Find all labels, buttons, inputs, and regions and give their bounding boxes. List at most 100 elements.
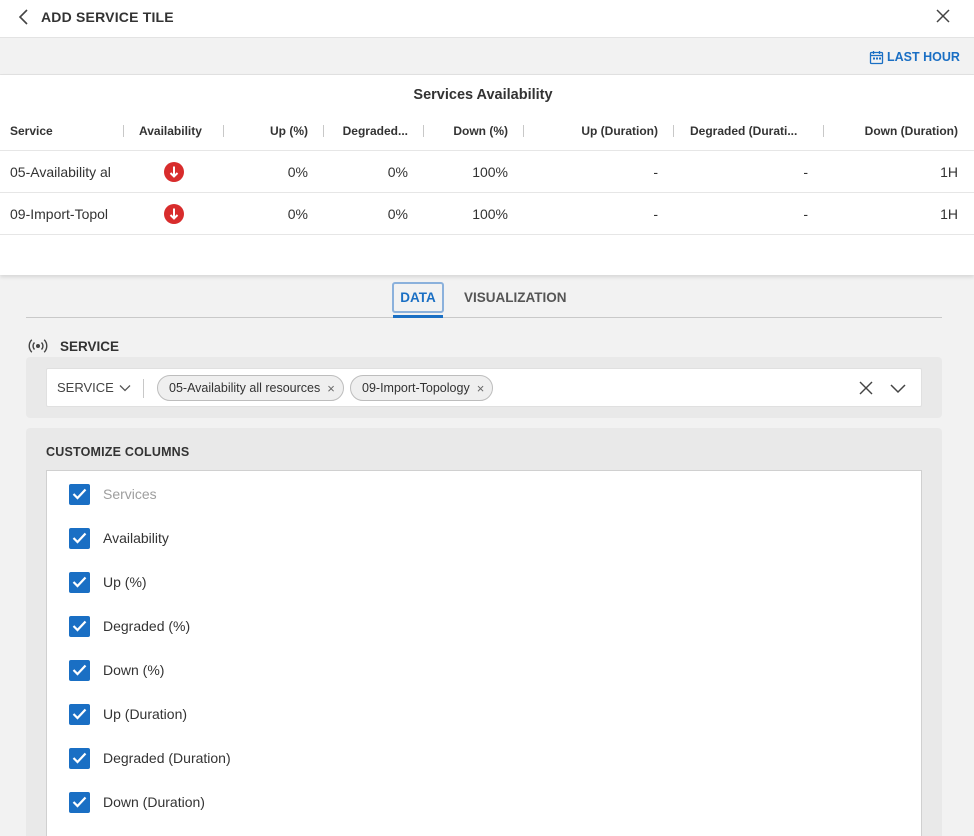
table-cell-down-duration: 1H — [940, 206, 958, 222]
column-header-up-duration[interactable]: Up (Duration) — [540, 124, 658, 138]
table-cell-up-pct: 0% — [287, 206, 308, 222]
column-option-degraded-duration[interactable]: Degraded (Duration) — [69, 747, 231, 769]
tab-data-label: DATA — [392, 282, 444, 313]
checkbox-checked[interactable] — [69, 659, 90, 681]
tab-visualization[interactable]: VISUALIZATION — [464, 290, 567, 308]
field-separator — [143, 379, 144, 398]
column-option-label: Degraded (%) — [103, 618, 191, 634]
service-section-label: SERVICE — [28, 337, 119, 355]
clear-selection-icon[interactable] — [858, 380, 874, 396]
config-tabs: DATA VISUALIZATION — [26, 282, 942, 318]
status-down-icon — [164, 162, 184, 182]
checkmark-icon — [72, 708, 87, 720]
column-separator — [523, 125, 524, 137]
column-header-service[interactable]: Service — [10, 124, 53, 138]
column-separator — [123, 125, 124, 137]
checkbox-checked[interactable] — [69, 483, 90, 505]
table-cell-service: 05-Availability al — [10, 164, 111, 180]
table-cell-degraded-duration: - — [803, 206, 808, 222]
checkmark-icon — [72, 620, 87, 632]
column-header-degraded-pct[interactable]: Degraded... — [330, 124, 408, 138]
chevron-down-icon[interactable] — [889, 381, 907, 395]
table-cell-service: 09-Import-Topol — [10, 206, 109, 222]
chip-label: 05-Availability all resources — [169, 381, 321, 395]
checkbox-checked[interactable] — [69, 571, 90, 593]
dialog-header: ADD SERVICE TILE — [0, 0, 974, 38]
table-cell-degraded-pct: 0% — [387, 164, 408, 180]
close-icon[interactable] — [934, 7, 952, 25]
checkmark-icon — [72, 796, 87, 808]
service-selector-panel: SERVICE 05-Availability all resources × … — [26, 357, 942, 418]
column-header-degraded-duration[interactable]: Degraded (Durati... — [690, 124, 797, 138]
table-cell-up-duration: - — [653, 164, 658, 180]
column-option-label: Up (Duration) — [103, 706, 188, 722]
column-separator — [823, 125, 824, 137]
column-separator — [423, 125, 424, 137]
checkbox-checked[interactable] — [69, 791, 90, 813]
service-type-label: SERVICE — [57, 380, 114, 395]
preview-title: Services Availability — [413, 87, 553, 103]
row-divider — [0, 192, 974, 193]
checkmark-icon — [72, 752, 87, 764]
column-option-services[interactable]: Services — [69, 483, 157, 505]
column-option-label: Down (%) — [103, 662, 165, 678]
table-cell-down-pct: 100% — [472, 206, 508, 222]
chevron-down-icon — [119, 384, 131, 391]
column-option-label: Services — [103, 486, 157, 502]
column-option-availability[interactable]: Availability — [69, 527, 169, 549]
column-option-down-pct[interactable]: Down (%) — [69, 659, 164, 681]
table-cell-down-duration: 1H — [940, 164, 958, 180]
table-cell-up-pct: 0% — [287, 164, 308, 180]
column-option-label: Down (Duration) — [103, 794, 205, 810]
column-separator — [323, 125, 324, 137]
time-range-bar: LAST HOUR — [0, 39, 974, 75]
active-tab-indicator — [393, 315, 443, 318]
checkmark-icon — [72, 664, 87, 676]
column-header-availability[interactable]: Availability — [139, 124, 202, 138]
column-option-label: Degraded (Duration) — [103, 750, 231, 766]
selected-service-chip: 09-Import-Topology × — [350, 375, 494, 401]
page-title: ADD SERVICE TILE — [41, 9, 174, 25]
broadcast-icon — [28, 339, 48, 353]
column-header-down-duration[interactable]: Down (Duration) — [840, 124, 958, 138]
tab-data[interactable]: DATA — [392, 282, 444, 318]
chip-remove-icon[interactable]: × — [477, 382, 485, 395]
row-divider — [0, 234, 974, 235]
chip-remove-icon[interactable]: × — [327, 382, 335, 395]
table-cell-degraded-duration: - — [803, 164, 808, 180]
checkmark-icon — [72, 576, 87, 588]
checkbox-checked[interactable] — [69, 527, 90, 549]
service-type-dropdown[interactable]: SERVICE — [57, 380, 131, 395]
column-checklist: Services Availability Up (%) Degraded (%… — [46, 470, 922, 836]
column-separator — [673, 125, 674, 137]
tile-preview: Services Availability Service Availabili… — [0, 75, 974, 275]
column-option-label: Availability — [103, 530, 169, 546]
column-header-up-pct[interactable]: Up (%) — [232, 124, 308, 138]
time-range-button[interactable]: LAST HOUR — [869, 48, 960, 66]
table-cell-down-pct: 100% — [472, 164, 508, 180]
column-option-degraded-pct[interactable]: Degraded (%) — [69, 615, 190, 637]
customize-columns-title: CUSTOMIZE COLUMNS — [46, 445, 190, 459]
column-option-label: Up (%) — [103, 574, 147, 590]
status-down-icon — [164, 204, 184, 224]
calendar-icon — [869, 50, 884, 64]
chip-label: 09-Import-Topology — [362, 381, 470, 395]
chevron-left-icon[interactable] — [16, 8, 32, 26]
table-cell-degraded-pct: 0% — [387, 206, 408, 222]
checkmark-icon — [72, 488, 87, 500]
column-header-down-pct[interactable]: Down (%) — [430, 124, 508, 138]
checkbox-checked[interactable] — [69, 703, 90, 725]
table-cell-up-duration: - — [653, 206, 658, 222]
checkbox-checked[interactable] — [69, 747, 90, 769]
column-option-up-pct[interactable]: Up (%) — [69, 571, 147, 593]
checkmark-icon — [72, 532, 87, 544]
customize-columns-panel: CUSTOMIZE COLUMNS Services Availability … — [26, 428, 942, 836]
column-option-down-duration[interactable]: Down (Duration) — [69, 791, 205, 813]
service-multiselect[interactable]: SERVICE 05-Availability all resources × … — [46, 368, 922, 407]
checkbox-checked[interactable] — [69, 615, 90, 637]
time-range-label: LAST HOUR — [887, 50, 960, 64]
column-separator — [223, 125, 224, 137]
selected-service-chip: 05-Availability all resources × — [157, 375, 344, 401]
row-divider — [0, 150, 974, 151]
column-option-up-duration[interactable]: Up (Duration) — [69, 703, 187, 725]
